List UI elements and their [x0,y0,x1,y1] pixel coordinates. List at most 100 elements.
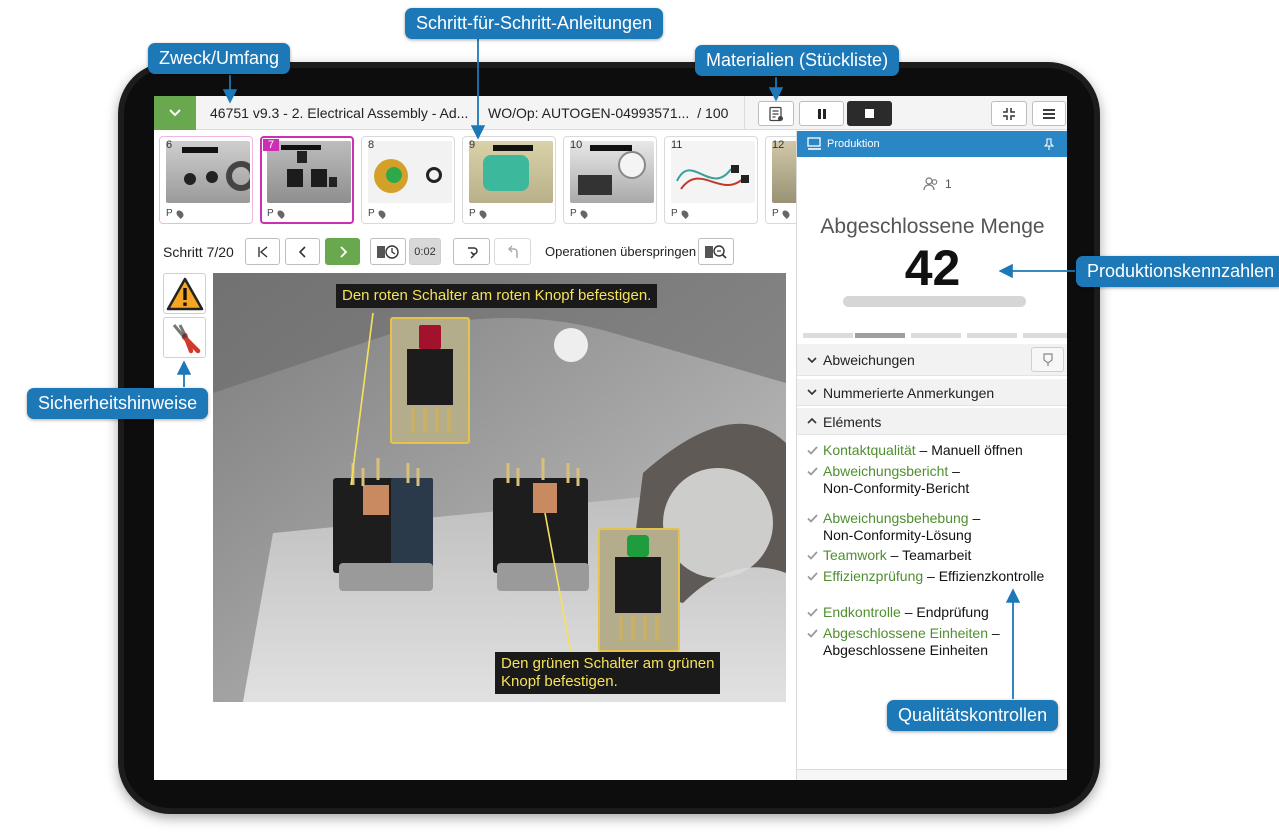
chevron-down-icon [169,109,181,117]
step-thumbnail[interactable]: 8 P [361,136,455,224]
element-desc: – [948,463,960,479]
thumbnail-image [671,141,755,203]
thumbnail-number: 6 [166,139,173,151]
add-deviation-button[interactable] [1031,347,1064,372]
chevron-up-icon [807,417,817,424]
production-panel-title: Produktion [827,138,880,150]
annotation-step-instructions: Schritt-für-Schritt-Anleitungen [405,8,664,39]
section-elements[interactable]: Eléments [797,408,1067,435]
check-icon [807,551,818,560]
panel-bottom-divider [797,769,1067,780]
section-elements-label: Eléments [823,414,882,430]
element-desc-line2: Abgeschlossene Einheiten [823,642,989,658]
element-link[interactable]: Endkontrolle [823,604,901,620]
panel-tab[interactable] [967,333,1017,338]
expand-menu-button[interactable] [154,96,196,130]
element-desc: – Endprüfung [900,604,989,620]
section-deviations[interactable]: Abweichungen [797,344,1067,376]
element-link[interactable]: Abweichungsbehebung [823,510,969,526]
stop-button[interactable] [847,101,892,126]
thumbnail-image [469,141,553,203]
section-numbered-annotations[interactable]: Nummerierte Anmerkungen [797,379,1067,406]
thumbnail-image [267,141,351,203]
tool-pliers-button[interactable] [163,317,206,358]
check-icon [807,629,818,638]
thumbnail-p: P [570,208,577,219]
thumbnail-number: 12 [772,139,785,151]
work-instruction-title: 46751 v9.3 - 2. Electrical Assembly - Ad… [210,105,469,121]
annotation-purpose: Zweck/Umfang [148,43,291,74]
element-desc: – [968,510,981,526]
redo-arrow-icon [467,246,478,259]
element-desc-line2: Non-Conformity-Lösung [823,527,972,543]
thumbnail-number: 8 [368,139,375,151]
undo-arrow-icon [507,244,518,258]
annotation-safety: Sicherheitshinweise [27,388,209,419]
pause-button[interactable] [799,101,844,126]
redo-step-button[interactable] [453,238,490,265]
instruction-callout-red: Den roten Schalter am roten Knopf befest… [336,284,658,308]
document-list-icon [769,106,783,121]
thumbnail-p: P [368,208,375,219]
step-thumbnail[interactable]: 11 P [664,136,758,224]
shield-flag-icon [1043,353,1053,366]
panel-tab-active[interactable] [855,333,905,338]
skip-to-first-icon [257,245,267,258]
thumbnail-number: 7 [263,139,280,151]
step-thumbnail-active[interactable]: 7 P [260,136,354,224]
callout-green-line-2: Knopf befestigen. [501,673,618,690]
element-link[interactable]: Effizienzprüfung [823,568,923,584]
element-desc: – Teamarbeit [886,547,972,563]
previous-step-button[interactable] [285,238,320,265]
inspect-document-button[interactable] [698,238,734,265]
hamburger-menu-button[interactable] [1032,101,1066,126]
thumbnail-image [368,141,452,203]
collapse-fullscreen-button[interactable] [991,101,1027,126]
undo-step-button[interactable] [494,238,531,265]
next-step-button[interactable] [325,238,360,265]
completed-quantity-value: 42 [904,240,961,296]
pin-icon [579,209,589,219]
section-deviations-label: Abweichungen [823,352,915,368]
thumbnail-number: 10 [570,139,583,151]
users-icon [923,177,938,191]
pin-icon [781,209,791,219]
step-thumbnail[interactable]: 10 P [563,136,657,224]
bill-of-materials-button[interactable] [758,101,794,126]
work-order-id: WO/Op: AUTOGEN-04993571... [488,105,690,121]
check-icon [807,572,818,581]
document-clock-icon [377,244,399,259]
pin-icon [478,209,488,219]
annotation-materials: Materialien (Stückliste) [695,45,900,76]
element-desc-line2: Non-Conformity-Bericht [823,480,970,496]
top-bar: 46751 v9.3 - 2. Electrical Assembly - Ad… [154,96,1067,130]
panel-tab[interactable] [803,333,853,338]
element-link[interactable]: Abgeschlossene Einheiten [823,625,988,641]
element-desc: – [988,625,1000,641]
step-thumbnail[interactable]: 9 P [462,136,556,224]
step-timer-button[interactable] [370,238,406,265]
chevron-right-icon [339,245,347,258]
step-thumbnail[interactable]: 12 P [765,136,797,224]
order-quantity: / 100 [697,105,729,121]
thumbnail-p: P [267,208,274,219]
element-link[interactable]: Kontaktqualität [823,442,916,458]
document-search-icon [705,244,727,259]
pin-panel-icon[interactable] [1044,138,1054,150]
top-bar-divider [744,96,745,130]
panel-tab[interactable] [911,333,961,338]
quantity-progress-bar [843,296,1026,307]
element-link[interactable]: Teamwork [823,547,887,563]
first-step-button[interactable] [245,238,280,265]
element-link[interactable]: Abweichungsbericht [823,463,948,479]
step-thumbnail[interactable]: 6 P [159,136,253,224]
panel-tab[interactable] [1023,333,1067,338]
pliers-icon [172,323,200,353]
thumbnail-image [166,141,250,203]
check-icon [807,608,818,617]
thumbnail-number: 11 [671,139,683,151]
pause-icon [817,108,826,119]
safety-warning-button[interactable] [163,273,206,314]
pin-icon [175,209,185,219]
hamburger-icon [1043,108,1055,119]
